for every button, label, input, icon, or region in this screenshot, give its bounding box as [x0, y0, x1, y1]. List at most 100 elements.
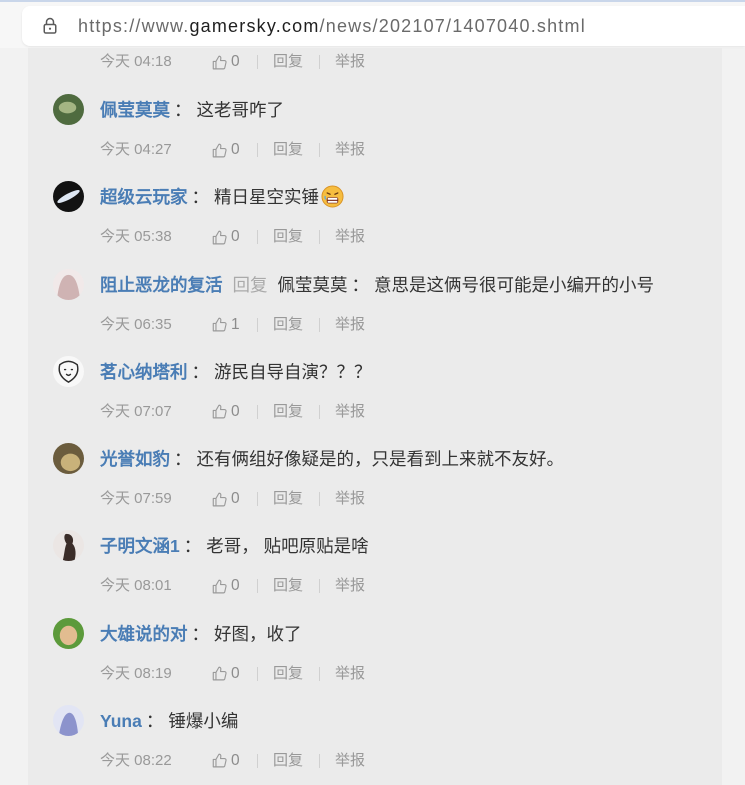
username-link[interactable]: 阻止恶龙的复活	[100, 275, 223, 295]
username-link[interactable]: 子明文涵1	[100, 536, 180, 556]
comment-meta: 今天 04:18 0 回复 举报	[100, 49, 400, 75]
like-button[interactable]: 0	[211, 573, 240, 599]
colon-separator: ：	[174, 449, 192, 469]
like-count: 0	[231, 228, 240, 246]
thumbs-up-icon	[211, 403, 228, 420]
comment-meta: 今天 08:22 0 回复 举报	[100, 748, 400, 774]
reply-button[interactable]: 回复	[273, 224, 303, 250]
like-button[interactable]: 0	[211, 137, 240, 163]
comment-content: 光誉如豹：还有俩组好像疑是的，只是看到上来就不友好。	[100, 444, 564, 474]
like-button[interactable]: 0	[211, 486, 240, 512]
thumbs-up-icon	[211, 229, 228, 246]
divider	[319, 143, 320, 157]
comment-text: 意思是这俩号很可能是小编开的小号	[374, 274, 654, 295]
username-link[interactable]: 茗心纳塔利	[100, 362, 188, 382]
reply-button[interactable]: 回复	[273, 49, 303, 75]
comment-content: Yuna：锤爆小编	[100, 706, 238, 736]
comment-text: 游民自导自演？？？	[214, 361, 372, 382]
username-link[interactable]: 大雄说的对	[100, 624, 188, 644]
url-prefix: https://www.	[78, 16, 190, 36]
divider	[257, 55, 258, 69]
reply-button[interactable]: 回复	[273, 312, 303, 338]
comment-meta: 今天 04:27 0 回复 举报	[100, 137, 400, 163]
divider	[319, 317, 320, 332]
comment-time: 今天 08:22	[100, 751, 172, 769]
like-button[interactable]: 0	[211, 224, 240, 250]
report-button[interactable]: 举报	[335, 573, 365, 599]
comment-meta: 今天 05:38 0 回复 举报	[100, 224, 400, 250]
reply-label: 回复	[232, 274, 268, 295]
browser-toolbar: https://www.gamersky.com/news/202107/140…	[0, 0, 745, 48]
comment-content: 超级云玩家：精日星空实锤	[100, 182, 344, 212]
divider	[319, 404, 320, 419]
reply-button[interactable]: 回复	[273, 573, 303, 599]
like-button[interactable]: 0	[211, 661, 240, 687]
reply-button[interactable]: 回复	[273, 399, 303, 425]
divider	[319, 753, 320, 768]
address-bar[interactable]: https://www.gamersky.com/news/202107/140…	[22, 6, 745, 46]
comment-meta: 今天 07:07 0 回复 举报	[100, 399, 400, 425]
comment-time: 今天 08:19	[100, 664, 172, 682]
divider	[257, 230, 258, 245]
comment-text: 精日星空实锤	[214, 187, 319, 208]
lock-icon[interactable]	[43, 17, 57, 34]
like-count: 0	[231, 751, 240, 769]
username-link[interactable]: 光誉如豹	[100, 449, 170, 469]
comment-meta: 今天 07:59 0 回复 举报	[100, 486, 400, 512]
colon-separator: ：	[191, 187, 210, 208]
like-count: 0	[231, 490, 240, 507]
user-avatar[interactable]	[53, 617, 84, 649]
report-button[interactable]: 举报	[335, 486, 365, 512]
report-button[interactable]: 举报	[335, 224, 365, 250]
divider	[257, 753, 258, 768]
report-button[interactable]: 举报	[335, 49, 365, 75]
report-button[interactable]: 举报	[335, 137, 365, 163]
report-button[interactable]: 举报	[335, 399, 365, 425]
reply-button[interactable]: 回复	[273, 486, 303, 512]
like-count: 0	[231, 53, 240, 70]
comment-item: 今天 04:18 0 回复 举报	[28, 48, 722, 95]
like-count: 0	[231, 141, 240, 158]
username-link[interactable]: 佩莹莫莫	[100, 100, 170, 120]
like-button[interactable]: 0	[211, 748, 240, 774]
user-avatar[interactable]	[53, 443, 84, 474]
divider	[319, 579, 320, 594]
username-link[interactable]: Yuna	[100, 711, 142, 731]
report-button[interactable]: 举报	[335, 748, 365, 774]
divider	[319, 666, 320, 681]
user-avatar[interactable]	[53, 355, 84, 387]
user-avatar[interactable]	[53, 268, 84, 300]
url-text[interactable]: https://www.gamersky.com/news/202107/140…	[78, 6, 586, 46]
reply-button[interactable]: 回复	[273, 748, 303, 774]
username-link[interactable]: 超级云玩家	[100, 187, 188, 207]
comment-item: 茗心纳塔利：游民自导自演？？？ 今天 07:07 0 回复 举报	[28, 355, 722, 444]
avatar-image	[53, 355, 84, 387]
avatar-image	[53, 181, 84, 213]
like-count: 0	[231, 402, 240, 420]
comment-item: 光誉如豹：还有俩组好像疑是的，只是看到上来就不友好。 今天 07:59 0 回复…	[28, 443, 722, 531]
report-button[interactable]: 举报	[335, 661, 365, 687]
colon-separator: ：	[191, 361, 210, 382]
user-avatar[interactable]	[53, 181, 84, 213]
avatar-image	[53, 530, 84, 562]
colon-separator: ：	[191, 623, 210, 644]
user-avatar[interactable]	[53, 704, 84, 736]
angry-face-emoji-icon	[321, 185, 344, 208]
like-button[interactable]: 1	[211, 312, 240, 338]
comment-item: 佩莹莫莫：这老哥咋了 今天 04:27 0 回复 举报	[28, 94, 722, 182]
comment-time: 今天 04:27	[100, 141, 172, 158]
reply-button[interactable]: 回复	[273, 137, 303, 163]
divider	[257, 143, 258, 157]
comment-text: 老哥， 贴吧原贴是啥	[206, 536, 369, 557]
thumbs-up-icon	[211, 54, 228, 71]
user-avatar[interactable]	[53, 94, 84, 125]
reply-button[interactable]: 回复	[273, 661, 303, 687]
user-avatar[interactable]	[53, 530, 84, 562]
like-button[interactable]: 0	[211, 399, 240, 425]
comment-time: 今天 04:18	[100, 53, 172, 70]
report-button[interactable]: 举报	[335, 312, 365, 338]
divider	[319, 230, 320, 245]
like-button[interactable]: 0	[211, 49, 240, 75]
reply-to-username[interactable]: 佩莹莫莫	[278, 275, 348, 295]
colon-separator: ：	[145, 710, 164, 731]
